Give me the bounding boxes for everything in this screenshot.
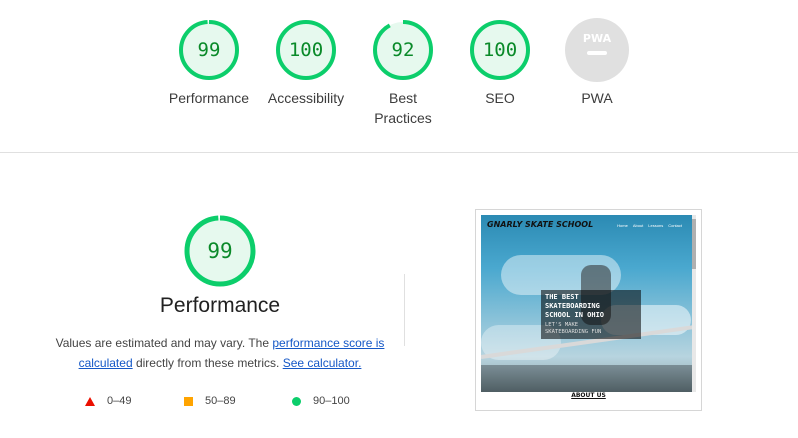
site-nav-item: Home <box>617 223 628 228</box>
legend-label: 50–89 <box>205 395 236 407</box>
legend-label: 90–100 <box>313 395 350 407</box>
gauge-label: PWA <box>581 90 613 106</box>
gauge-label: Accessibility <box>267 90 345 106</box>
legend-fail: 0–49 <box>85 395 131 407</box>
best-practices-gauge-ring: 92 <box>373 20 433 80</box>
hero-sub: SKATEBOARDING FUN <box>545 329 602 335</box>
see-calculator-link[interactable]: See calculator. <box>283 356 362 370</box>
hero-line: SKATEBOARDING <box>545 302 600 310</box>
site-nav-item: Lessons <box>648 223 664 228</box>
hero-line: THE BEST <box>545 293 579 301</box>
pwa-badge-icon: PWA <box>565 18 629 82</box>
gauge-score: 100 <box>483 39 517 61</box>
page-screenshot-image: GNARLY SKATE SCHOOL Home About Lessons C… <box>481 215 696 392</box>
gauge-label: Best Practices <box>374 90 432 126</box>
gauge-label: Performance <box>168 90 250 106</box>
site-nav-item: About <box>632 223 644 228</box>
legend-average: 50–89 <box>184 395 236 407</box>
hero-line: SCHOOL IN OHIO <box>545 311 605 319</box>
pwa-badge-text: PWA <box>583 32 612 45</box>
gauge-seo[interactable]: 100 SEO <box>445 18 555 108</box>
hero-sub: LET'S MAKE <box>545 322 579 328</box>
gauge-score: 100 <box>289 39 323 61</box>
site-hero-text: THE BEST SKATEBOARDING SCHOOL IN OHIO LE… <box>541 290 641 339</box>
site-about-heading: ABOUT US <box>571 392 606 399</box>
gauge-score: 99 <box>198 39 221 61</box>
square-icon <box>184 396 193 406</box>
performance-score: 99 <box>207 239 232 263</box>
performance-large-gauge: 99 <box>184 215 256 287</box>
performance-description: Values are estimated and may vary. The p… <box>55 333 385 373</box>
site-nav: Home About Lessons Contact <box>617 223 682 228</box>
gauge-best-practices[interactable]: 92 Best Practices <box>348 18 458 128</box>
performance-section: 99 Performance Values are estimated and … <box>40 214 400 373</box>
site-nav-item: Contact <box>668 223 682 228</box>
desc-prefix: Values are estimated and may vary. The <box>55 336 270 350</box>
legend-label: 0–49 <box>107 395 132 407</box>
score-legend: 0–49 50–89 90–100 <box>80 395 380 411</box>
triangle-icon <box>85 396 95 406</box>
desc-middle: directly from these metrics. <box>135 356 280 370</box>
performance-gauge-ring: 99 <box>179 20 239 80</box>
gauge-pwa[interactable]: PWA PWA <box>542 18 652 108</box>
final-screenshot[interactable]: GNARLY SKATE SCHOOL Home About Lessons C… <box>475 209 702 411</box>
seo-gauge-ring: 100 <box>470 20 530 80</box>
score-summary: 99 Performance 100 Accessibility 92 Best… <box>0 0 798 153</box>
circle-icon <box>292 396 301 406</box>
performance-title: Performance <box>159 294 281 317</box>
gauge-score: 92 <box>392 39 415 61</box>
site-brand: GNARLY SKATE SCHOOL <box>487 220 594 229</box>
gauge-accessibility[interactable]: 100 Accessibility <box>251 18 361 108</box>
ramp-shape <box>481 365 696 392</box>
gauge-label: SEO <box>485 90 515 106</box>
legend-pass: 90–100 <box>292 395 350 407</box>
accessibility-gauge-ring: 100 <box>276 20 336 80</box>
gauge-performance[interactable]: 99 Performance <box>154 18 264 108</box>
screenshot-scroll-thumb <box>692 219 696 269</box>
section-divider <box>404 274 405 346</box>
